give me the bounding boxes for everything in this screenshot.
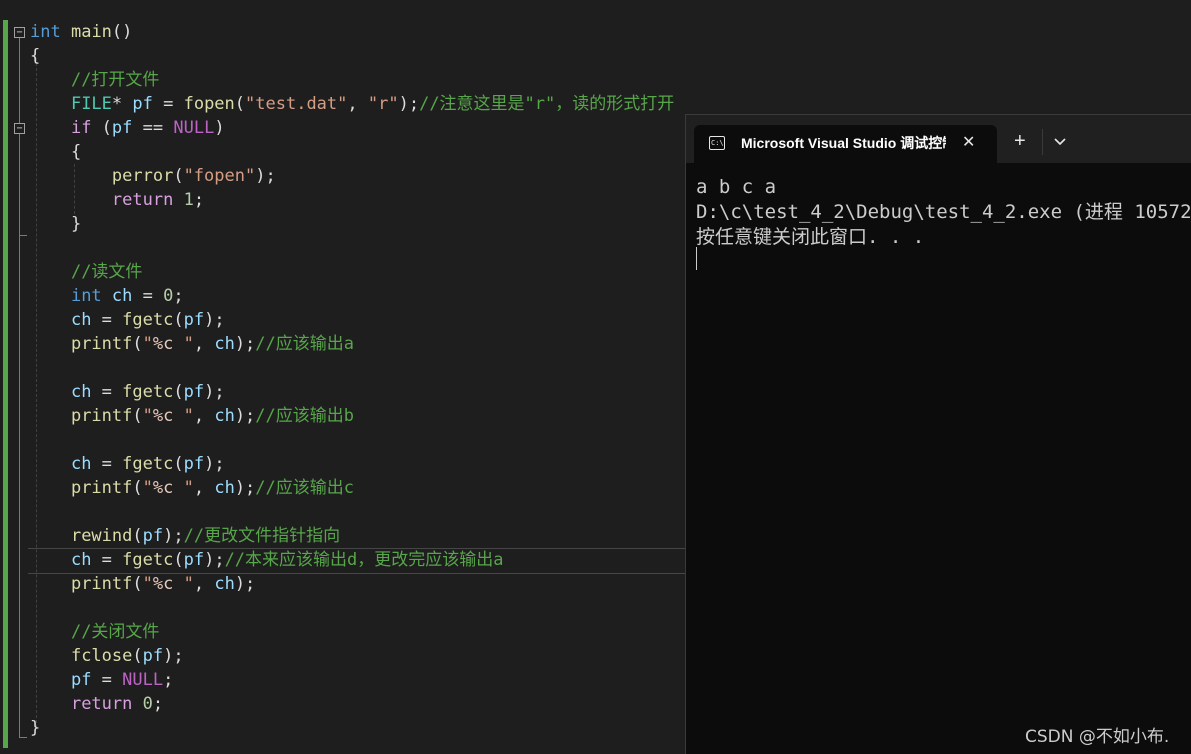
code-line: fclose(pf); — [70, 646, 184, 666]
tab-title: Microsoft Visual Studio 调试控制台 — [741, 135, 946, 151]
code-line: } — [30, 718, 41, 738]
code-line: printf("%c ", ch);//应该输出b — [70, 406, 355, 426]
new-tab-button[interactable]: + — [1014, 131, 1026, 151]
watermark: CSDN @不如小布. — [1025, 727, 1170, 747]
tab-debug-console[interactable]: C:\ Microsoft Visual Studio 调试控制台 ✕ — [694, 125, 997, 163]
code-line: } — [70, 214, 82, 234]
titlebar-divider — [1042, 129, 1043, 155]
console-line: a b c a — [696, 176, 777, 198]
console-line: D:\c\test_4_2\Debug\test_4_2.exe (进程 105… — [696, 201, 1191, 223]
code-line: rewind(pf);//更改文件指针指向 — [70, 526, 341, 546]
code-line: //读文件 — [70, 262, 143, 282]
collapse-if-icon[interactable]: − — [14, 123, 25, 134]
code-line: { — [70, 142, 82, 162]
outline-end-if — [19, 235, 27, 236]
change-indicator-bar — [3, 20, 8, 748]
code-line-current: ch = fgetc(pf);//本来应该输出d，更改完应该输出a — [70, 550, 504, 570]
outline-end-main — [19, 737, 27, 738]
console-line: 按任意键关闭此窗口. . . — [696, 226, 925, 248]
console-output: a b c a D:\c\test_4_2\Debug\test_4_2.exe … — [696, 175, 1191, 675]
debug-console-window[interactable]: C:\ Microsoft Visual Studio 调试控制台 ✕ + a … — [685, 114, 1191, 754]
terminal-titlebar: C:\ Microsoft Visual Studio 调试控制台 ✕ + — [686, 115, 1191, 163]
code-line: return 1; — [111, 190, 205, 210]
code-line: printf("%c ", ch);//应该输出a — [70, 334, 355, 354]
code-line: perror("fopen"); — [111, 166, 276, 186]
code-line: if (pf == NULL) — [70, 118, 225, 138]
console-icon: C:\ — [709, 136, 725, 150]
code-line: ch = fgetc(pf); — [70, 382, 225, 402]
code-line: printf("%c ", ch); — [70, 574, 256, 594]
code-line: pf = NULL; — [70, 670, 174, 690]
code-line: int main() — [30, 22, 133, 42]
collapse-main-icon[interactable]: − — [14, 27, 25, 38]
code-line: //打开文件 — [70, 70, 160, 90]
code-line: { — [30, 46, 41, 66]
code-line: int ch = 0; — [70, 286, 184, 306]
close-tab-icon[interactable]: ✕ — [962, 133, 975, 153]
code-line: ch = fgetc(pf); — [70, 310, 225, 330]
code-line: printf("%c ", ch);//应该输出c — [70, 478, 355, 498]
text-cursor — [696, 247, 697, 270]
code-line: FILE* pf = fopen("test.dat", "r");//注意这里… — [70, 94, 675, 114]
code-line: return 0; — [70, 694, 164, 714]
code-line: ch = fgetc(pf); — [70, 454, 225, 474]
outline-line-if — [19, 133, 20, 235]
code-line: //关闭文件 — [70, 622, 160, 642]
chevron-down-icon[interactable] — [1050, 134, 1070, 150]
